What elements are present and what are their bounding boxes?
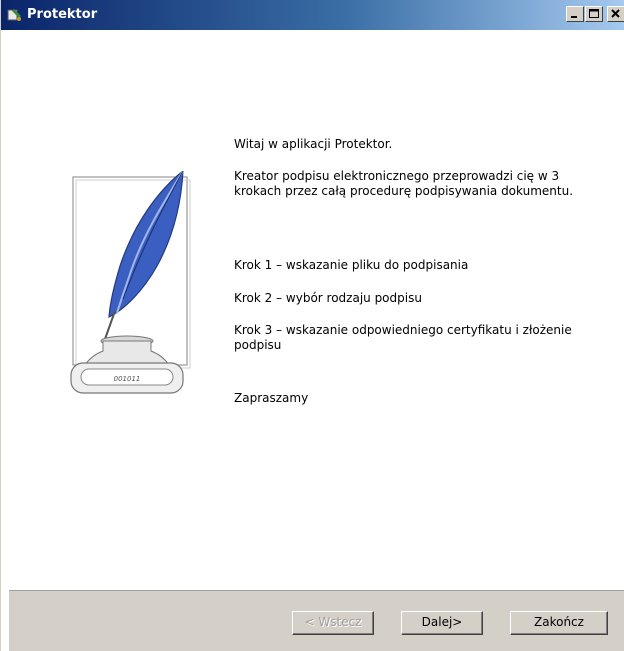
- invitation-text: Zapraszamy: [234, 391, 309, 405]
- next-button[interactable]: Dalej>: [401, 611, 483, 635]
- quill-inkwell-illustration: 001011: [70, 171, 191, 394]
- welcome-heading: Witaj w aplikacji Protektor.: [234, 137, 393, 151]
- step-1-text: Krok 1 – wskazanie pliku do podpisania: [234, 258, 469, 272]
- close-button[interactable]: [607, 6, 624, 22]
- minimize-button[interactable]: [566, 6, 584, 22]
- step-2-text: Krok 2 – wybór rodzaju podpisu: [234, 291, 422, 305]
- title-bar[interactable]: Protektor: [1, 0, 624, 30]
- wizard-window: Protektor 001011 Witaj w aplikacji Prote…: [0, 0, 624, 651]
- wizard-content: 001011 Witaj w aplikacji Protektor. Krea…: [9, 30, 624, 590]
- minimize-icon: [571, 16, 577, 18]
- app-icon: [7, 9, 21, 21]
- back-button[interactable]: < Wstecz: [292, 611, 374, 635]
- step-3-text: Krok 3 – wskazanie odpowiedniego certyfi…: [234, 323, 572, 352]
- close-icon: [611, 9, 620, 18]
- maximize-icon: [589, 9, 599, 18]
- window-title: Protektor: [27, 7, 98, 22]
- wizard-description: Kreator podpisu elektronicznego przeprow…: [234, 169, 574, 198]
- button-bar: < Wstecz Dalej> Zakończ: [9, 590, 624, 651]
- maximize-button[interactable]: [585, 6, 603, 22]
- illustration-label: 001011: [114, 375, 141, 383]
- finish-button[interactable]: Zakończ: [510, 611, 608, 635]
